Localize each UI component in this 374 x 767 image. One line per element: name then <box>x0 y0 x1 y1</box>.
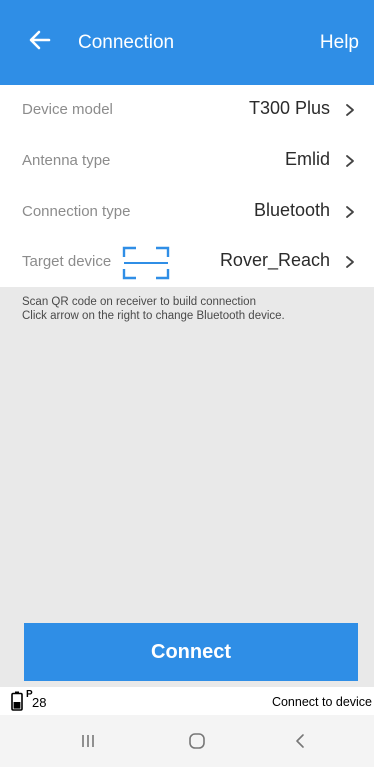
chevron-right-icon[interactable] <box>342 100 358 120</box>
connection-info: Scan QR code on receiver to build connec… <box>22 295 362 323</box>
recent-apps-button[interactable] <box>68 726 108 756</box>
nav-back-button[interactable] <box>280 726 320 756</box>
target-device-row[interactable]: Target device Rover_Reach <box>0 237 374 289</box>
chevron-right-icon[interactable] <box>342 151 358 171</box>
info-line-arrow: Click arrow on the right to change Bluet… <box>22 310 285 322</box>
chevron-right-icon[interactable] <box>342 202 358 222</box>
device-model-row[interactable]: Device model T300 Plus <box>0 85 374 137</box>
connect-button[interactable]: Connect <box>24 623 358 681</box>
device-model-label: Device model <box>22 101 113 118</box>
back-chevron-icon <box>296 734 304 748</box>
target-device-value: Rover_Reach <box>219 250 330 270</box>
back-button[interactable] <box>26 26 54 54</box>
device-model-value: T300 Plus <box>248 98 330 118</box>
system-nav-bar <box>0 715 374 767</box>
status-bar: P 28 Connect to device <box>0 687 374 715</box>
home-button[interactable] <box>177 726 217 756</box>
arrow-left-icon <box>29 30 51 50</box>
app-header: Connection Help <box>0 0 374 85</box>
qr-scan-icon[interactable] <box>122 246 170 280</box>
target-device-label: Target device <box>22 253 112 270</box>
recent-apps-icon <box>82 735 94 747</box>
home-icon <box>189 733 205 749</box>
antenna-type-value: Emlid <box>284 149 330 169</box>
antenna-type-row[interactable]: Antenna type Emlid <box>0 136 374 188</box>
info-line-scan: Scan QR code on receiver to build connec… <box>22 296 256 308</box>
app-screen: Connection Help Device model T300 Plus A… <box>0 0 374 767</box>
connection-type-row[interactable]: Connection type Bluetooth <box>0 187 374 239</box>
satellite-count: 28 <box>32 695 47 710</box>
connection-type-label: Connection type <box>22 203 131 220</box>
chevron-right-icon[interactable] <box>342 252 358 272</box>
connection-type-value: Bluetooth <box>253 200 330 220</box>
settings-list: Device model T300 Plus Antenna type Emli… <box>0 85 374 287</box>
battery-icon <box>11 691 23 711</box>
antenna-type-label: Antenna type <box>22 152 111 169</box>
status-message: Connect to device <box>271 695 372 709</box>
page-title: Connection <box>78 32 175 53</box>
help-button[interactable]: Help <box>320 32 359 54</box>
